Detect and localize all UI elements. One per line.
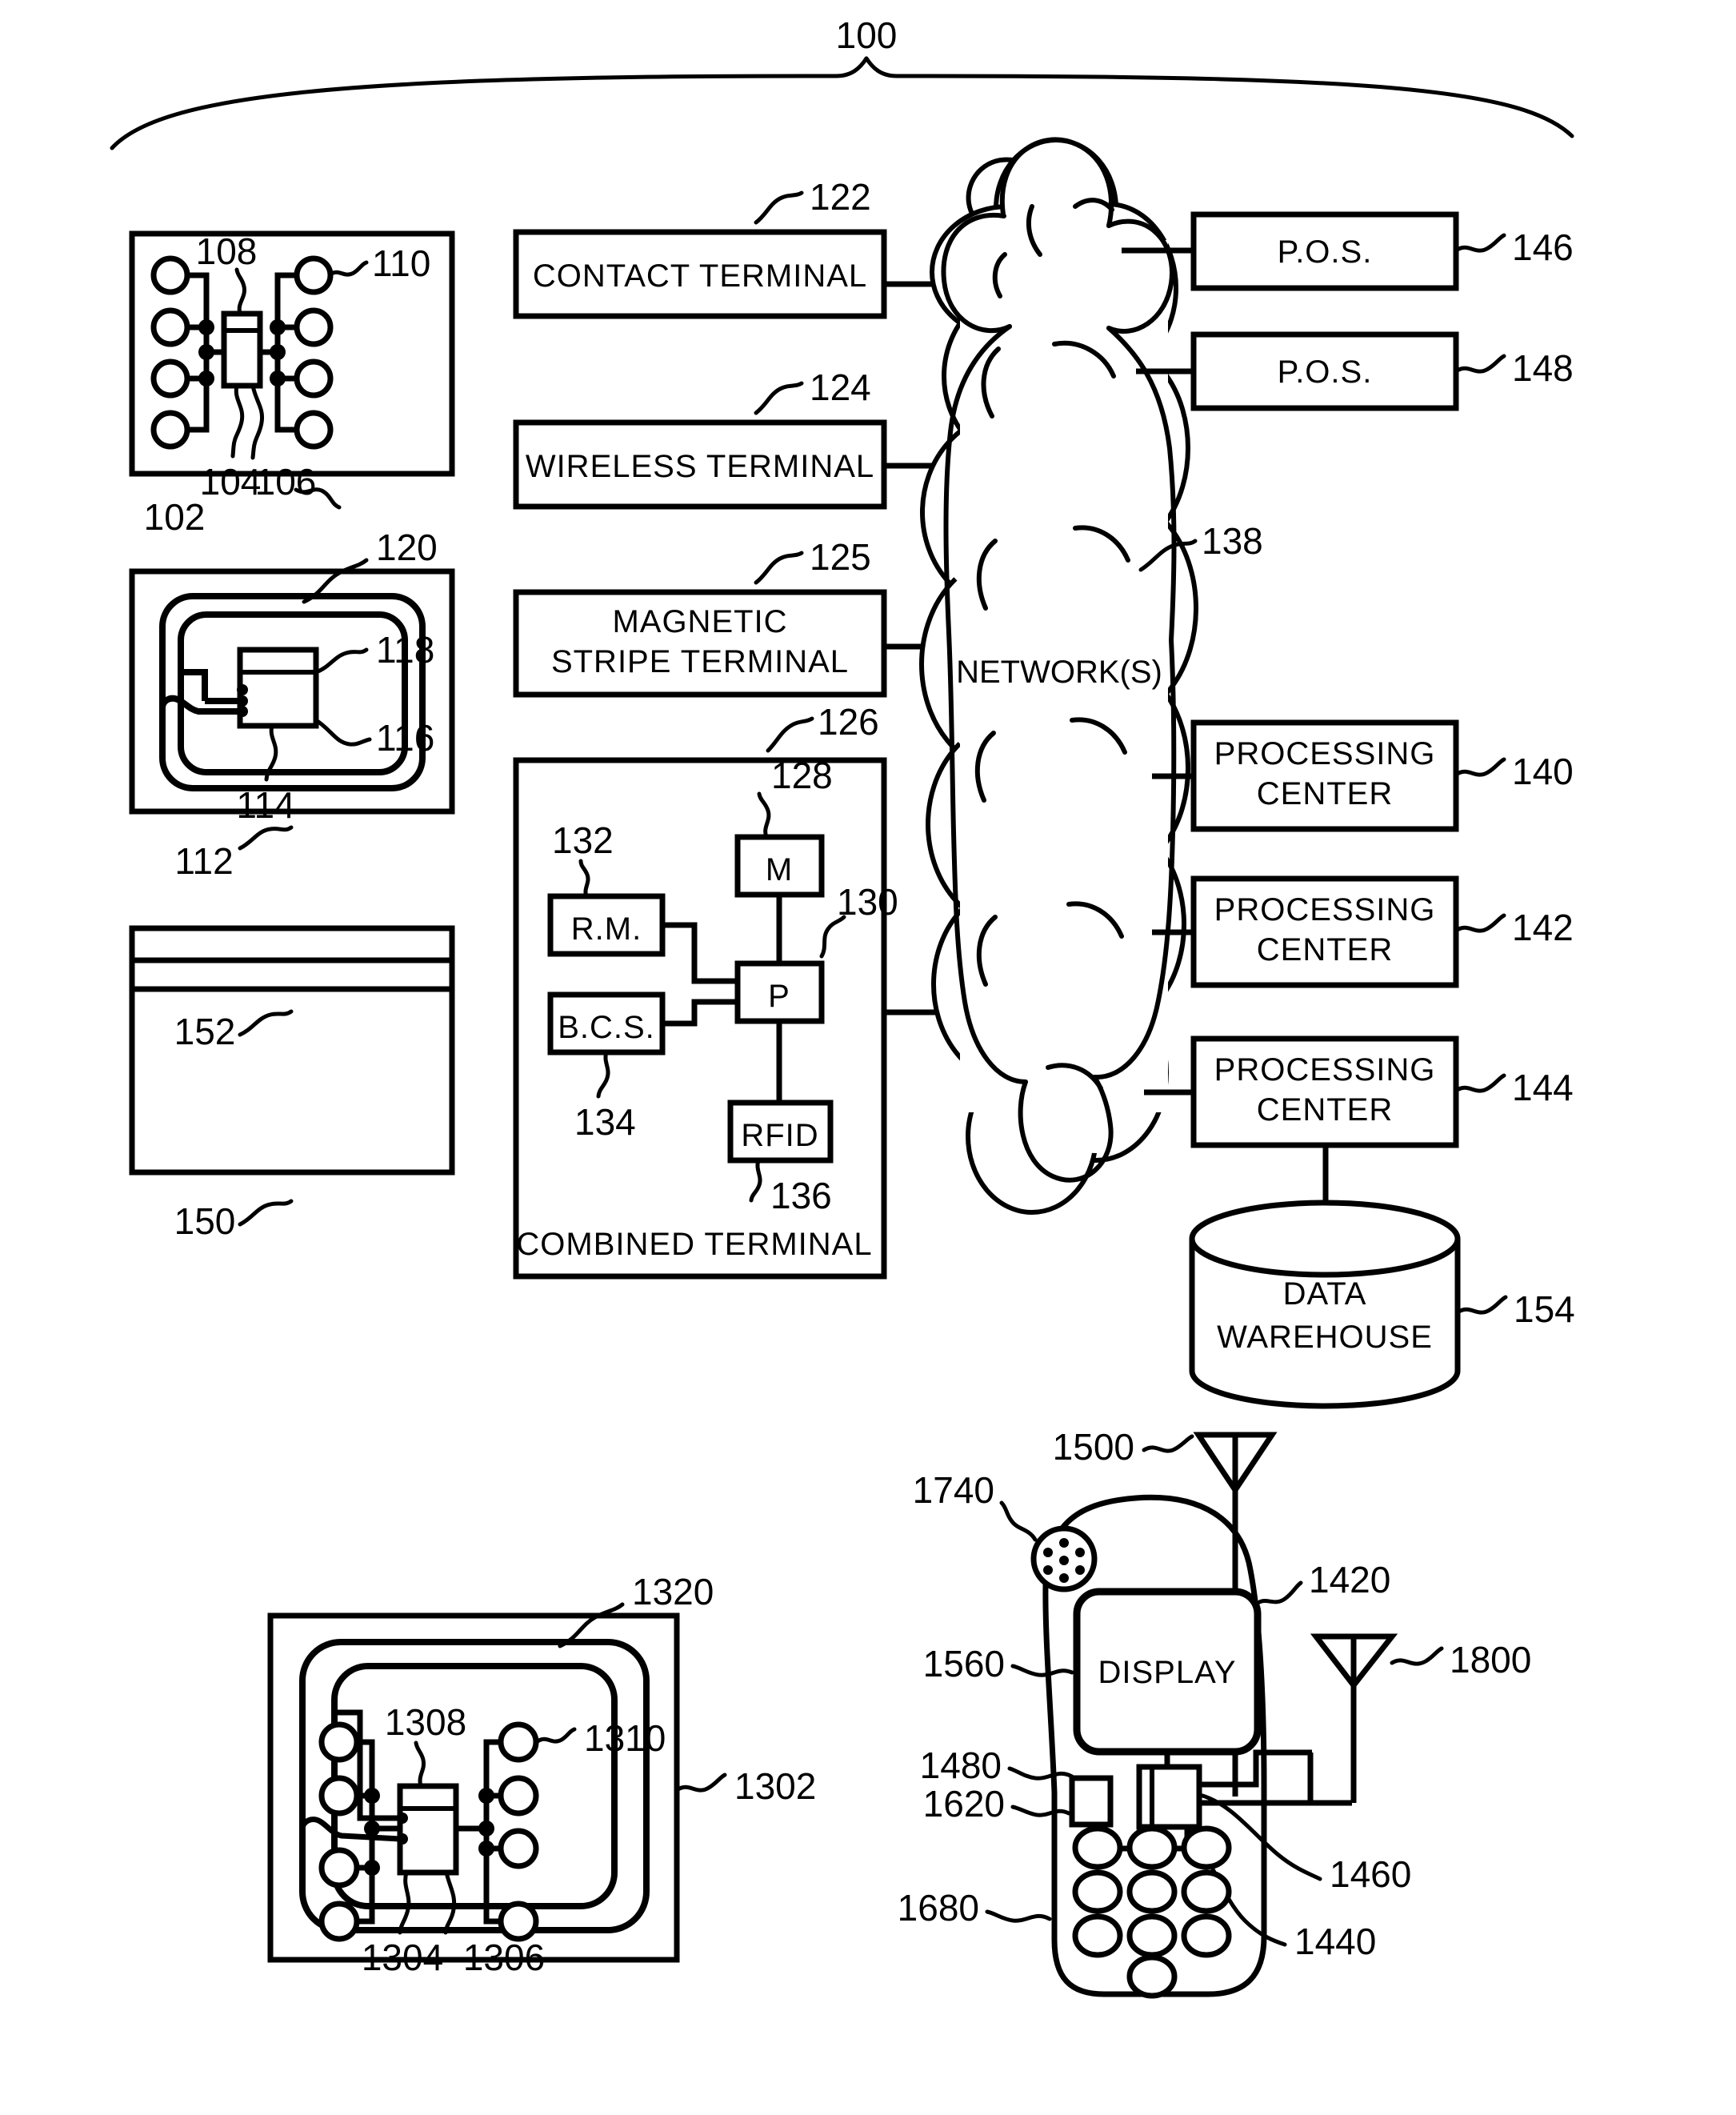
node-processing-center-140-label-2: CENTER: [1257, 776, 1393, 811]
card-reference-102: 102: [144, 496, 206, 538]
node-processing-center-140-label-1: PROCESSING: [1214, 736, 1436, 771]
mobile-memory-block: [1069, 1775, 1114, 1828]
terminal-magnetic-stripe-label-2: STRIPE TERMINAL: [551, 644, 849, 679]
lower-lead-reference-1306: 1306: [463, 1937, 545, 1978]
card-reference-112: 112: [174, 840, 233, 882]
node-pos-148-label: P.O.S.: [1278, 355, 1373, 390]
figure-canvas: 100 108 110 104 106 102 118 116 114 120 …: [0, 0, 1736, 2115]
mobile-processor-reference: 1480: [920, 1744, 1002, 1786]
wireless-card-chip: [237, 647, 319, 729]
module-rm-label: R.M.: [571, 911, 642, 947]
node-processing-center-144-label-1: PROCESSING: [1214, 1052, 1436, 1088]
antenna-secondary-reference: 1800: [1450, 1639, 1531, 1680]
module-rm-reference: 132: [552, 819, 614, 861]
chip-reference-108: 108: [196, 230, 258, 272]
lower-antenna-reference-1320: 1320: [632, 1571, 714, 1612]
stripe-reference-152: 152: [174, 1011, 236, 1052]
mobile-memory-reference: 1620: [923, 1783, 1005, 1825]
data-warehouse-label-1: DATA: [1283, 1276, 1367, 1312]
node-pos-146-label: P.O.S.: [1278, 234, 1373, 270]
mobile-display-label: DISPLAY: [1098, 1655, 1237, 1690]
card-reference-150: 150: [174, 1200, 236, 1242]
lead-reference-104: 104: [200, 461, 262, 503]
terminal-magnetic-stripe-label-1: MAGNETIC: [612, 604, 787, 639]
node-processing-center-142-label-2: CENTER: [1257, 932, 1393, 967]
module-memory-reference: 128: [771, 755, 833, 796]
mobile-rf-block: [1136, 1764, 1202, 1830]
lower-card-reference-1302: 1302: [734, 1765, 816, 1807]
node-pos-148-reference: 148: [1512, 347, 1574, 389]
module-memory-label: M: [766, 852, 793, 887]
data-warehouse-label-2: WAREHOUSE: [1217, 1320, 1433, 1355]
terminal-wireless-label: WIRELESS TERMINAL: [526, 449, 874, 484]
lower-card-chip: [397, 1783, 459, 1876]
chip-contacts: [237, 684, 248, 717]
mobile-keypad-reference: 1680: [898, 1887, 979, 1929]
module-processor-label: P: [768, 979, 790, 1014]
antenna-reference-120: 120: [376, 527, 438, 568]
module-bcs-label: B.C.S.: [558, 1010, 655, 1045]
terminal-combined-caption: COMBINED TERMINAL: [516, 1227, 872, 1262]
mobile-interface-reference: 1440: [1294, 1921, 1376, 1962]
node-pos-146-reference: 146: [1512, 226, 1574, 268]
mobile-display-reference: 1560: [923, 1643, 1005, 1684]
terminal-contact-label: CONTACT TERMINAL: [533, 258, 867, 294]
antenna-primary-reference: 1500: [1053, 1426, 1134, 1468]
mobile-body-reference: 1420: [1309, 1559, 1390, 1600]
module-processor-reference: 130: [837, 881, 898, 923]
chip-reference-118: 118: [376, 629, 434, 671]
pad-reference-110: 110: [372, 242, 430, 284]
terminal-contact-reference: 122: [810, 176, 871, 218]
coil-reference-114: 114: [236, 784, 294, 826]
system-reference-label: 100: [836, 14, 898, 56]
network-reference: 138: [1202, 520, 1263, 562]
patent-figure-page: 100 108 110 104 106 102 118 116 114 120 …: [0, 0, 1736, 2115]
lower-lead-reference-1304: 1304: [362, 1937, 443, 1978]
node-processing-center-144-reference: 144: [1512, 1067, 1574, 1108]
node-processing-center-144-label-2: CENTER: [1257, 1092, 1393, 1128]
lower-pad-reference-1310: 1310: [584, 1717, 666, 1759]
lead-reference-106: 106: [255, 461, 317, 503]
terminal-combined-reference: 126: [818, 701, 879, 743]
data-warehouse-reference: 154: [1514, 1288, 1575, 1330]
contact-card-chip: [221, 310, 263, 389]
node-processing-center-140-reference: 140: [1512, 751, 1574, 792]
module-rfid-reference: 136: [770, 1175, 832, 1216]
network-cloud-label: NETWORK(S): [956, 655, 1162, 690]
module-rfid-label: RFID: [741, 1118, 818, 1153]
node-processing-center-142-reference: 142: [1512, 907, 1574, 948]
mobile-rf-reference: 1460: [1330, 1853, 1411, 1895]
speaker-reference: 1740: [913, 1469, 994, 1511]
node-processing-center-142-label-1: PROCESSING: [1214, 892, 1436, 927]
terminal-wireless-reference: 124: [810, 367, 871, 408]
terminal-combined[interactable]: 126 M 128 P 130 R.M. 132 B.C.S. 134 RFID: [513, 701, 898, 1280]
lower-chip-reference-1308: 1308: [385, 1701, 466, 1743]
speaker-icon: [1030, 1525, 1098, 1592]
chip-reference-116: 116: [376, 717, 434, 759]
module-bcs-reference: 134: [574, 1101, 636, 1143]
terminal-magnetic-stripe-reference: 125: [810, 536, 871, 578]
data-warehouse-top: [1189, 1200, 1461, 1278]
